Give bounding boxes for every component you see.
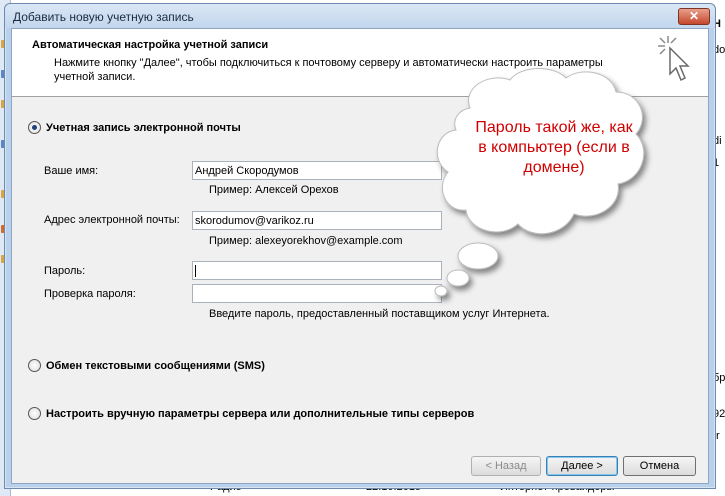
cancel-button[interactable]: Отмена xyxy=(623,456,696,476)
email-hint: Пример: alexeyorekhov@example.com xyxy=(209,235,403,247)
password-input[interactable] xyxy=(192,261,442,280)
dialog-title: Добавить новую учетную запись xyxy=(13,10,194,24)
password-hint: Введите пароль, предоставленный поставщи… xyxy=(209,308,550,320)
manual-setup-radio[interactable] xyxy=(28,407,41,420)
back-button[interactable]: < Назад xyxy=(471,456,541,476)
close-icon: ✕ xyxy=(688,9,700,23)
annotation-text: Пароль такой же, как в компьютер (если в… xyxy=(475,119,633,176)
email-account-label: Учетная запись электронной почты xyxy=(46,121,241,134)
sms-option[interactable]: Обмен текстовыми сообщениями (SMS) xyxy=(28,359,265,372)
add-account-dialog: Добавить новую учетную запись ✕ Автомати… xyxy=(4,3,716,489)
text-cursor xyxy=(195,265,196,278)
name-hint: Пример: Алексей Орехов xyxy=(209,184,339,196)
confirm-password-input[interactable] xyxy=(192,284,442,303)
manual-setup-option[interactable]: Настроить вручную параметры сервера или … xyxy=(28,407,474,420)
close-button[interactable]: ✕ xyxy=(678,8,710,25)
confirm-password-label: Проверка пароля: xyxy=(44,288,136,300)
cursor-sparkle-icon xyxy=(658,36,690,82)
name-input[interactable]: Андрей Скородумов xyxy=(192,161,442,180)
wizard-header: Автоматическая настройка учетной записи … xyxy=(12,29,708,97)
title-bar[interactable]: Добавить новую учетную запись ✕ xyxy=(5,4,715,28)
email-label: Адрес электронной почты: xyxy=(44,214,180,226)
sms-label: Обмен текстовыми сообщениями (SMS) xyxy=(46,359,265,372)
sms-radio[interactable] xyxy=(28,359,41,372)
dialog-content: Автоматическая настройка учетной записи … xyxy=(11,28,709,484)
header-description: Нажмите кнопку "Далее", чтобы подключить… xyxy=(54,57,603,83)
name-label: Ваше имя: xyxy=(44,165,99,177)
password-label: Пароль: xyxy=(44,265,86,277)
email-input[interactable]: skorodumov@varikoz.ru xyxy=(192,211,442,230)
next-button[interactable]: Далее > xyxy=(546,456,618,476)
email-account-radio[interactable] xyxy=(28,121,41,134)
manual-setup-label: Настроить вручную параметры сервера или … xyxy=(46,407,475,420)
email-account-option[interactable]: Учетная запись электронной почты xyxy=(28,121,241,134)
header-title: Автоматическая настройка учетной записи xyxy=(32,39,269,51)
